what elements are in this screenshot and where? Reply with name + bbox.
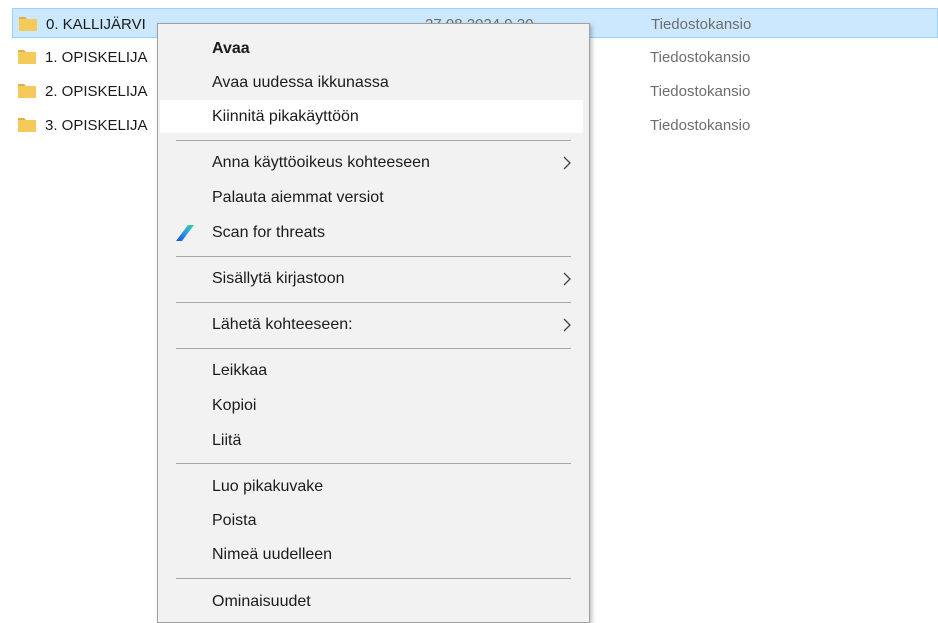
menu-label: Kopioi xyxy=(212,397,257,414)
file-name: 3. OPISKELIJA xyxy=(45,117,148,134)
menu-item-cut[interactable]: Leikkaa xyxy=(160,354,583,387)
menu-item-rename[interactable]: Nimeä uudelleen xyxy=(160,538,583,571)
file-name: 0. KALLIJÄRVI xyxy=(46,16,146,33)
menu-separator xyxy=(176,348,571,349)
menu-item-delete[interactable]: Poista xyxy=(160,504,583,537)
menu-item-open-new-window[interactable]: Avaa uudessa ikkunassa xyxy=(160,66,583,99)
file-type: Tiedostokansio xyxy=(651,16,752,33)
menu-label: Kiinnitä pikakäyttöön xyxy=(212,108,359,125)
menu-item-include-library[interactable]: Sisällytä kirjastoon xyxy=(160,262,583,295)
menu-separator xyxy=(176,302,571,303)
folder-icon xyxy=(18,50,36,64)
menu-label: Sisällytä kirjastoon xyxy=(212,270,345,287)
menu-label: Liitä xyxy=(212,432,242,449)
menu-label: Ominaisuudet xyxy=(212,593,311,610)
file-name: 2. OPISKELIJA xyxy=(45,83,148,100)
menu-item-copy[interactable]: Kopioi xyxy=(160,389,583,422)
menu-label: Poista xyxy=(212,512,257,529)
menu-item-open[interactable]: Avaa xyxy=(160,32,583,65)
menu-label: Palauta aiemmat versiot xyxy=(212,189,384,206)
menu-item-paste[interactable]: Liitä xyxy=(160,424,583,457)
menu-label: Nimeä uudelleen xyxy=(212,546,333,563)
menu-label: Luo pikakuvake xyxy=(212,478,324,495)
file-name: 1. OPISKELIJA xyxy=(45,49,148,66)
menu-label: Leikkaa xyxy=(212,362,268,379)
menu-item-send-to[interactable]: Lähetä kohteeseen: xyxy=(160,308,583,341)
menu-item-properties[interactable]: Ominaisuudet xyxy=(160,585,583,618)
menu-item-create-shortcut[interactable]: Luo pikakuvake xyxy=(160,470,583,503)
menu-item-restore-versions[interactable]: Palauta aiemmat versiot xyxy=(160,181,583,214)
folder-icon xyxy=(18,84,36,98)
menu-separator xyxy=(176,578,571,579)
menu-label: Lähetä kohteeseen: xyxy=(212,316,353,333)
menu-separator xyxy=(176,140,571,141)
menu-separator xyxy=(176,256,571,257)
file-type: Tiedostokansio xyxy=(650,83,751,100)
chevron-right-icon xyxy=(563,156,571,170)
file-type: Tiedostokansio xyxy=(650,117,751,134)
defender-scan-icon xyxy=(176,225,194,241)
menu-label: Scan for threats xyxy=(212,224,325,241)
folder-icon xyxy=(18,118,36,132)
menu-item-scan-threats[interactable]: Scan for threats xyxy=(160,216,583,249)
chevron-right-icon xyxy=(563,318,571,332)
menu-label: Avaa xyxy=(212,40,250,57)
chevron-right-icon xyxy=(563,272,571,286)
file-type: Tiedostokansio xyxy=(650,49,751,66)
menu-label: Avaa uudessa ikkunassa xyxy=(212,74,389,91)
menu-item-pin-quick-access[interactable]: Kiinnitä pikakäyttöön xyxy=(160,100,583,133)
menu-separator xyxy=(176,463,571,464)
menu-label: Anna käyttöoikeus kohteeseen xyxy=(212,154,430,171)
folder-icon xyxy=(19,17,37,31)
menu-item-give-access[interactable]: Anna käyttöoikeus kohteeseen xyxy=(160,146,583,179)
context-menu: Avaa Avaa uudessa ikkunassa Kiinnitä pik… xyxy=(157,23,590,623)
